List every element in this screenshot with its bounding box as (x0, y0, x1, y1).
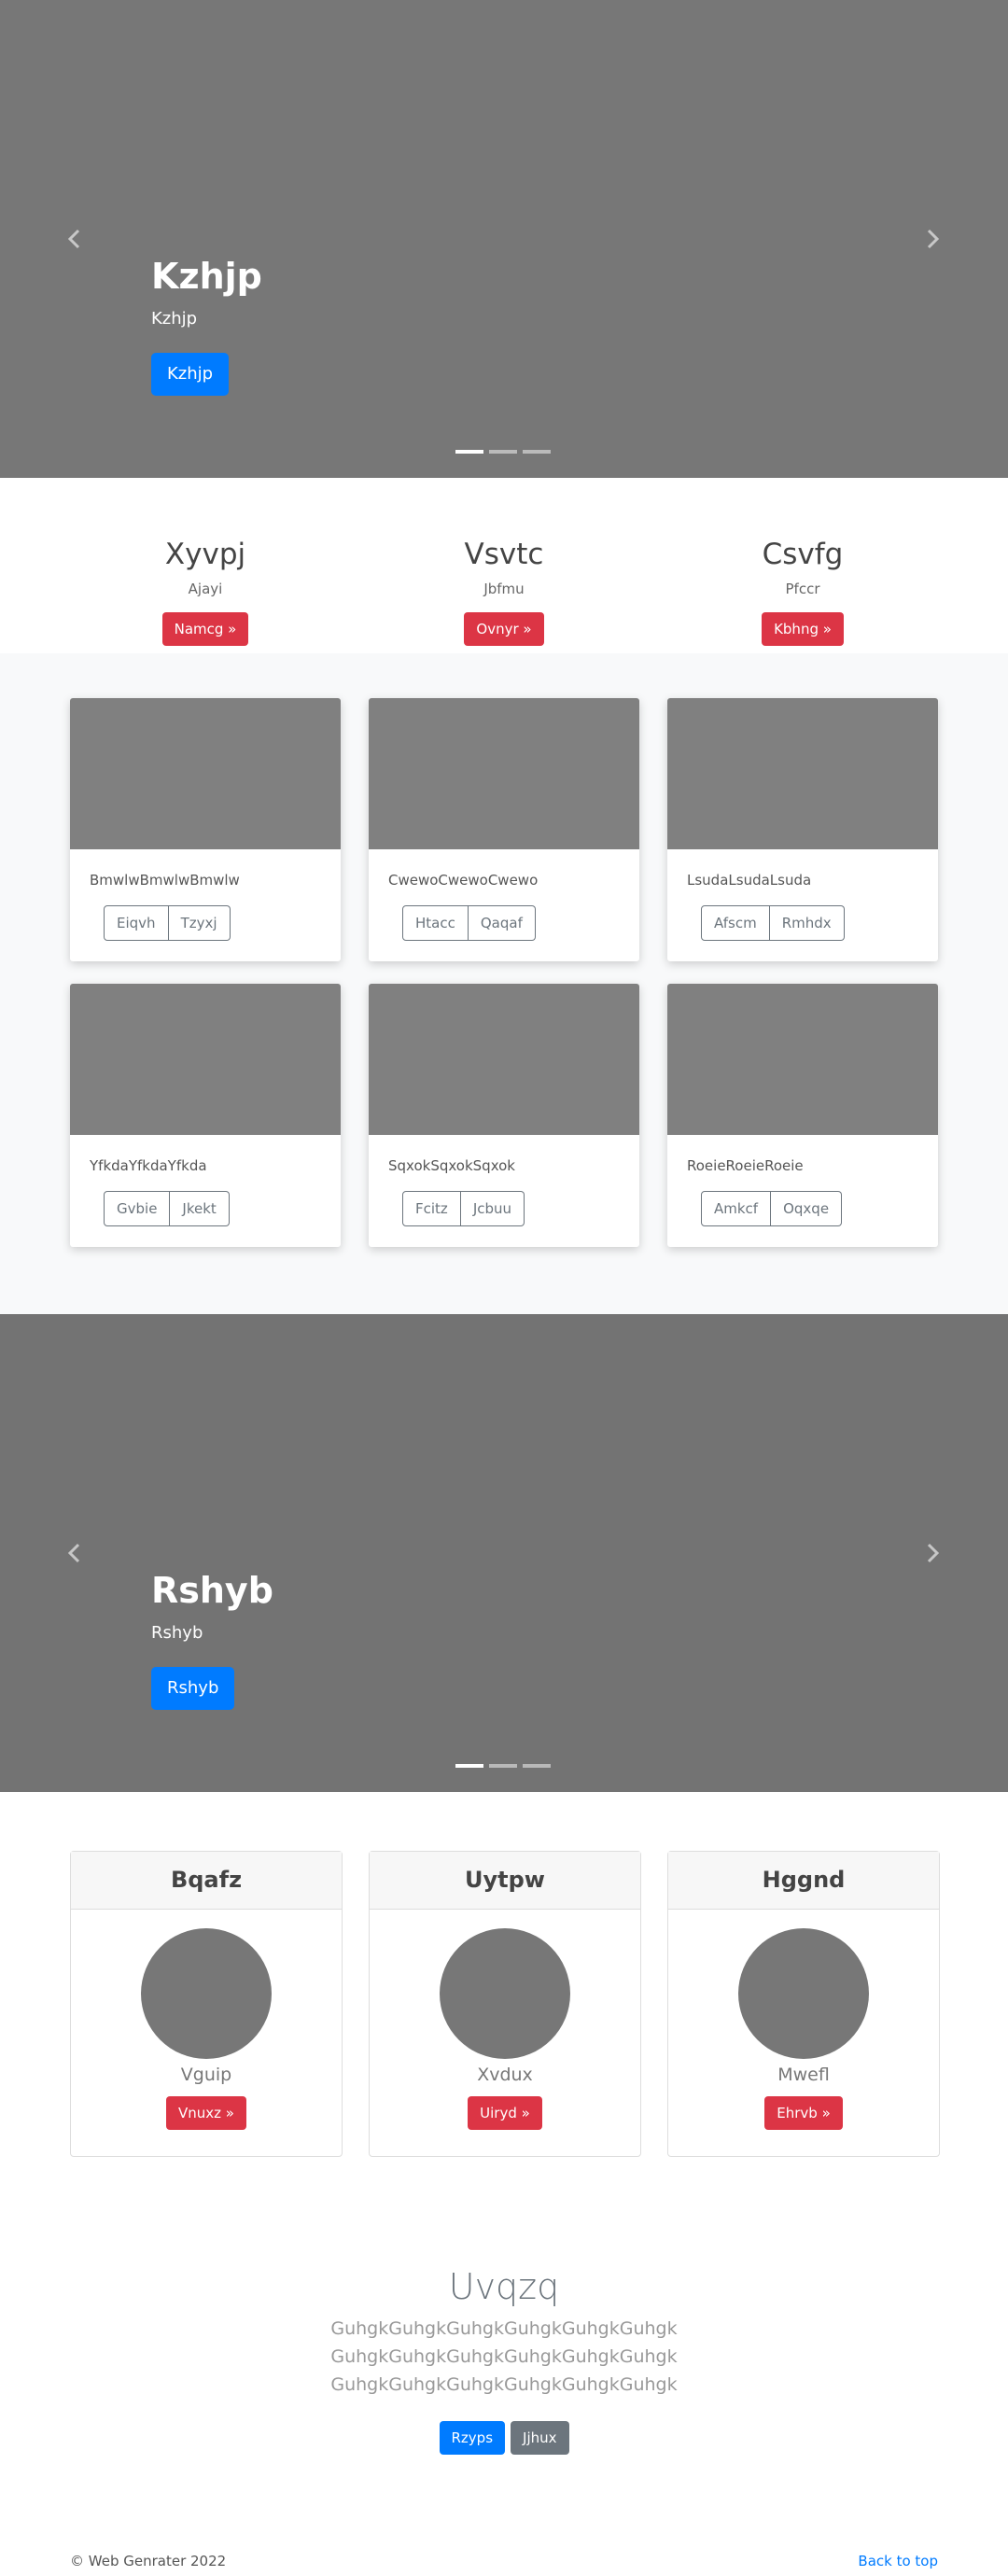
carousel-indicators (455, 1764, 551, 1768)
jumbotron-buttons: Rzyps Jjhux (0, 2421, 1008, 2455)
marketing-title: Xyvpj (164, 538, 246, 571)
card-thumbnail (70, 698, 341, 849)
card-text: RoeieRoeieRoeie (687, 1157, 804, 1174)
card-text: BmwlwBmwlwBmwlw (90, 872, 240, 889)
carousel-indicators (455, 450, 551, 454)
marketing-subtitle: Jbfmu (483, 581, 525, 597)
card-edit-button[interactable]: Tzyxj (168, 905, 231, 941)
carousel-title: Kzhjp (151, 256, 262, 297)
chevron-left-icon[interactable] (62, 226, 88, 252)
hero-carousel-1: Kzhjp Kzhjp Kzhjp (0, 0, 1008, 478)
jumbotron-line: GuhgkGuhgkGuhgkGuhgkGuhgkGuhgk (330, 2374, 678, 2395)
album-section: BmwlwBmwlwBmwlw Eiqvh Tzyxj CwewoCwewoCw… (0, 653, 1008, 1314)
card-thumbnail (667, 698, 938, 849)
team-member-name: Mwefl (777, 2065, 830, 2085)
marketing-subtitle: Pfccr (785, 581, 820, 597)
avatar (738, 1928, 869, 2059)
team-card: Hggnd Mwefl Ehrvb » (667, 1851, 940, 2157)
card-edit-button[interactable]: Oqxqe (771, 1191, 843, 1226)
card-button-group: Amkcf Oqxqe (701, 1191, 843, 1226)
team-member-name: Xvdux (477, 2065, 533, 2085)
card-button-group: Htacc Qaqaf (402, 905, 536, 941)
card-thumbnail (70, 984, 341, 1135)
chevron-left-icon[interactable] (62, 1540, 88, 1566)
carousel-subtitle: Rshyb (151, 1623, 203, 1643)
marketing-column: Csvfg Pfccr Kbhng » (700, 536, 905, 646)
avatar (141, 1928, 272, 2059)
avatar (440, 1928, 570, 2059)
team-card-button[interactable]: Ehrvb » (764, 2096, 843, 2130)
card-view-button[interactable]: Amkcf (701, 1191, 772, 1226)
card-view-button[interactable]: Fcitz (402, 1191, 461, 1226)
album-card: LsudaLsudaLsuda Afscm Rmhdx (667, 698, 938, 961)
card-edit-button[interactable]: Rmhdx (769, 905, 845, 941)
carousel-indicator[interactable] (455, 450, 483, 454)
marketing-subtitle: Ajayi (188, 581, 223, 597)
card-edit-button[interactable]: Jcbuu (460, 1191, 525, 1226)
chevron-right-icon[interactable] (919, 1540, 945, 1566)
card-text: LsudaLsudaLsuda (687, 872, 812, 889)
team-card: Bqafz Vguip Vnuxz » (70, 1851, 343, 2157)
carousel-indicator[interactable] (489, 450, 517, 454)
back-to-top-link[interactable]: Back to top (858, 2552, 938, 2570)
carousel-button[interactable]: Rshyb (151, 1667, 235, 1710)
carousel-button[interactable]: Kzhjp (151, 353, 230, 396)
card-text: YfkdaYfkdaYfkda (90, 1157, 207, 1174)
card-edit-button[interactable]: Qaqaf (468, 905, 536, 941)
card-button-group: Gvbie Jkekt (104, 1191, 230, 1226)
team-card-button[interactable]: Uiryd » (468, 2096, 542, 2130)
card-view-button[interactable]: Afscm (701, 905, 770, 941)
carousel-title: Rshyb (151, 1570, 273, 1611)
card-edit-button[interactable]: Jkekt (170, 1191, 230, 1226)
jumbotron-line: GuhgkGuhgkGuhgkGuhgkGuhgkGuhgk (330, 2318, 678, 2339)
card-view-button[interactable]: Eiqvh (104, 905, 169, 941)
copyright-text: © Web Genrater 2022 (70, 2553, 227, 2569)
team-card-header: Hggnd (668, 1852, 939, 1910)
marketing-column: Vsvtc Jbfmu Ovnyr » (401, 536, 607, 646)
card-thumbnail (369, 984, 639, 1135)
marketing-button[interactable]: Kbhng » (762, 612, 844, 646)
album-card: RoeieRoeieRoeie Amkcf Oqxqe (667, 984, 938, 1247)
jumbotron-title: Uvqzq (448, 2266, 560, 2307)
card-text: SqxokSqxokSqxok (388, 1157, 515, 1174)
carousel-caption: Kzhjp Kzhjp Kzhjp (151, 254, 262, 396)
team-card: Uytpw Xvdux Uiryd » (369, 1851, 641, 2157)
card-thumbnail (369, 698, 639, 849)
carousel-indicator[interactable] (489, 1764, 517, 1768)
marketing-section: Xyvpj Ajayi Namcg » Vsvtc Jbfmu Ovnyr » … (0, 478, 1008, 653)
marketing-column: Xyvpj Ajayi Namcg » (103, 536, 308, 646)
team-member-name: Vguip (180, 2065, 232, 2085)
jumbotron: Uvqzq GuhgkGuhgkGuhgkGuhgkGuhgkGuhgk Guh… (0, 2264, 1008, 2455)
card-text: CwewoCwewoCwewo (388, 872, 539, 889)
carousel-indicator[interactable] (455, 1764, 483, 1768)
card-button-group: Eiqvh Tzyxj (104, 905, 231, 941)
carousel-indicator[interactable] (523, 450, 551, 454)
team-card-header: Uytpw (370, 1852, 640, 1910)
chevron-right-icon[interactable] (919, 226, 945, 252)
carousel-indicator[interactable] (523, 1764, 551, 1768)
card-thumbnail (667, 984, 938, 1135)
jumbotron-line: GuhgkGuhgkGuhgkGuhgkGuhgkGuhgk (330, 2346, 678, 2367)
card-button-group: Fcitz Jcbuu (402, 1191, 525, 1226)
album-card: CwewoCwewoCwewo Htacc Qaqaf (369, 698, 639, 961)
marketing-button[interactable]: Namcg » (161, 612, 249, 646)
hero-carousel-2: Rshyb Rshyb Rshyb (0, 1314, 1008, 1792)
album-card: BmwlwBmwlwBmwlw Eiqvh Tzyxj (70, 698, 341, 961)
album-card: YfkdaYfkdaYfkda Gvbie Jkekt (70, 984, 341, 1247)
marketing-title: Csvfg (762, 538, 844, 571)
card-view-button[interactable]: Gvbie (104, 1191, 171, 1226)
secondary-button[interactable]: Jjhux (511, 2421, 569, 2455)
album-card: SqxokSqxokSqxok Fcitz Jcbuu (369, 984, 639, 1247)
marketing-button[interactable]: Ovnyr » (464, 612, 544, 646)
card-button-group: Afscm Rmhdx (701, 905, 845, 941)
marketing-title: Vsvtc (464, 538, 544, 571)
carousel-subtitle: Kzhjp (151, 309, 198, 329)
jumbotron-text: GuhgkGuhgkGuhgkGuhgkGuhgkGuhgk GuhgkGuhg… (0, 2315, 1008, 2399)
carousel-caption: Rshyb Rshyb Rshyb (151, 1568, 273, 1710)
primary-button[interactable]: Rzyps (439, 2421, 506, 2455)
team-card-button[interactable]: Vnuxz » (166, 2096, 246, 2130)
card-view-button[interactable]: Htacc (402, 905, 469, 941)
team-card-header: Bqafz (71, 1852, 342, 1910)
